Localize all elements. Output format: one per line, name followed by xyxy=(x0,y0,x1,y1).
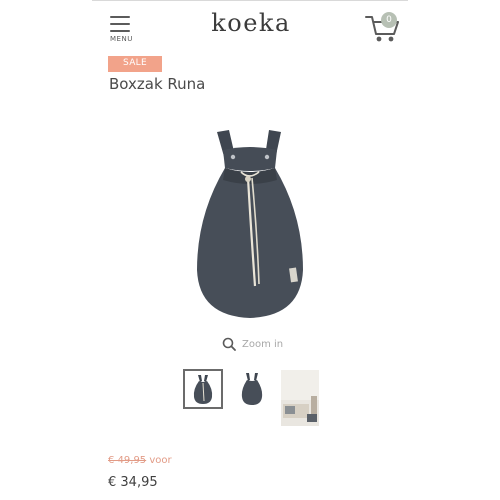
thumbnail-front[interactable] xyxy=(183,369,223,409)
search-icon xyxy=(222,337,236,351)
hamburger-icon-bar xyxy=(110,23,130,25)
hamburger-icon-bar xyxy=(110,16,130,18)
thumbnail-back[interactable] xyxy=(232,369,272,409)
product-main-image[interactable] xyxy=(185,120,315,330)
thumbnail-room[interactable] xyxy=(281,370,319,426)
product-title: Boxzak Runa xyxy=(109,75,206,93)
zoom-in-button[interactable]: Zoom in xyxy=(222,335,283,353)
original-price-suffix: voor xyxy=(149,455,172,466)
hamburger-icon-bar xyxy=(110,30,130,32)
original-price-line: € 49,95 voor xyxy=(108,455,172,466)
original-price: € 49,95 xyxy=(108,455,147,466)
sale-price: € 34,95 xyxy=(108,475,158,490)
cart-count-badge: 0 xyxy=(381,12,397,28)
zoom-label: Zoom in xyxy=(242,338,284,350)
sale-badge: SALE xyxy=(108,56,162,72)
menu-label[interactable]: MENU xyxy=(110,35,133,43)
site-logo[interactable]: koeka xyxy=(206,9,296,37)
top-divider xyxy=(92,0,408,1)
